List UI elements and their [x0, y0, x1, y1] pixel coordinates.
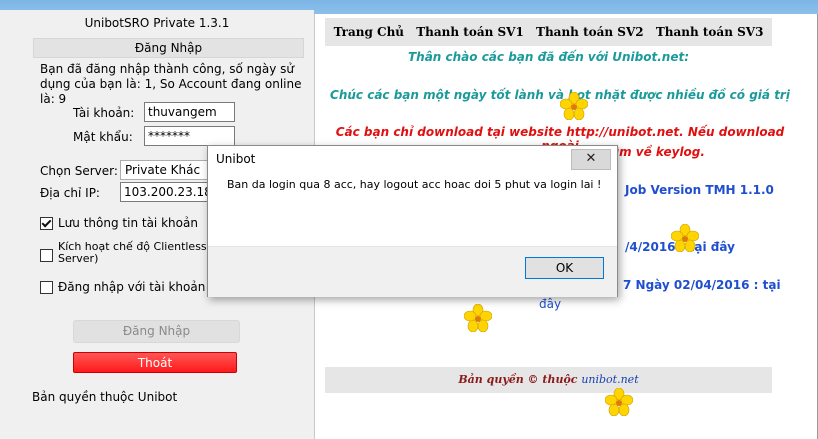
- nav-payment-sv3[interactable]: Thanh toán SV3: [656, 25, 764, 39]
- save-info-label: Lưu thông tin tài khoản: [58, 216, 198, 230]
- nav-home[interactable]: Trang Chủ: [334, 25, 404, 39]
- dialog-titlebar[interactable]: Unibot ✕: [208, 146, 617, 174]
- server-select[interactable]: Private Khác: [120, 160, 220, 180]
- clientless-label: Kích hoạt chế độ Clientless Server): [58, 240, 207, 265]
- welcome-text: Thân chào các bạn đã đến với Unibot.net:: [407, 50, 690, 64]
- footer-link[interactable]: unibot.net: [581, 373, 638, 386]
- footer-copyright: Bản quyền © thuộc: [458, 373, 578, 386]
- dialog-title: Unibot: [216, 152, 256, 166]
- server-label: Chọn Server:: [40, 164, 118, 178]
- version-text: Job Version TMH 1.1.0: [625, 183, 774, 197]
- login-success-message: Bạn đã đăng nhập thành công, số ngày sử …: [40, 62, 302, 106]
- save-info-checkbox[interactable]: [40, 217, 53, 230]
- exit-button[interactable]: Thoát: [73, 352, 237, 373]
- login-section-header: Đăng Nhập: [33, 38, 304, 58]
- app-copyright: Bản quyền thuộc Unibot: [32, 390, 178, 404]
- ok-button[interactable]: OK: [525, 257, 604, 279]
- dialog-footer: OK: [208, 246, 617, 297]
- web-footer: Bản quyền © thuộc unibot.net: [325, 367, 772, 393]
- warning-text-end: ìm về keylog.: [615, 145, 705, 159]
- web-nav: Trang Chủ Thanh toán SV1 Thanh toán SV2 …: [325, 18, 772, 46]
- clientless-checkbox[interactable]: [40, 249, 53, 262]
- flower-icon: [671, 224, 699, 252]
- ip-label: Địa chỉ IP:: [40, 186, 100, 200]
- password-input[interactable]: *******: [144, 126, 235, 146]
- update-date-2-link[interactable]: đây: [539, 297, 561, 311]
- login-button[interactable]: Đăng Nhập: [73, 320, 240, 343]
- login-with-checkbox[interactable]: [40, 281, 53, 294]
- flower-icon: [560, 92, 588, 120]
- close-icon[interactable]: ✕: [571, 149, 611, 170]
- flower-icon: [605, 388, 633, 416]
- ip-input[interactable]: 103.200.23.18: [120, 182, 220, 202]
- flower-icon: [464, 304, 492, 332]
- app-title: UnibotSRO Private 1.3.1: [84, 16, 230, 30]
- nav-payment-sv1[interactable]: Thanh toán SV1: [416, 25, 524, 39]
- update-date-2: 7 Ngày 02/04/2016 : tại: [623, 278, 781, 292]
- login-with-label: Đăng nhập với tài khoản qu: [58, 280, 225, 294]
- account-label: Tài khoản:: [73, 106, 135, 120]
- account-input[interactable]: thuvangem: [144, 102, 235, 122]
- nav-payment-sv2[interactable]: Thanh toán SV2: [536, 25, 644, 39]
- dialog-message: Ban da login qua 8 acc, hay logout acc h…: [227, 178, 602, 191]
- password-label: Mật khẩu:: [73, 130, 133, 144]
- message-dialog: Unibot ✕ Ban da login qua 8 acc, hay log…: [207, 145, 618, 297]
